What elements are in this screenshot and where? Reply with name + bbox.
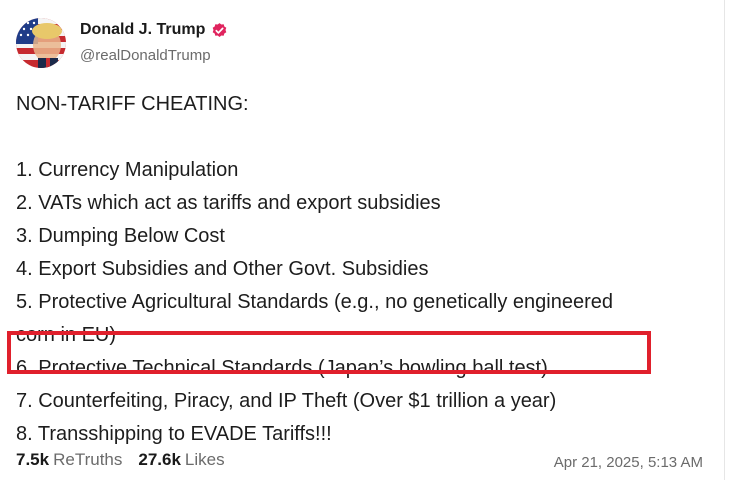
post-stats: 7.5k ReTruths 27.6k Likes [16, 450, 225, 470]
list-item: 3. Dumping Below Cost [16, 225, 225, 247]
likes-stat[interactable]: 27.6k Likes [138, 450, 224, 470]
post-timestamp[interactable]: Apr 21, 2025, 5:13 AM [554, 454, 703, 471]
list-item: 4. Export Subsidies and Other Govt. Subs… [16, 258, 429, 280]
post-heading: NON-TARIFF CHEATING: [16, 93, 249, 115]
author-handle[interactable]: @realDonaldTrump [80, 48, 228, 63]
list-item-highlighted: 6. Protective Technical Standards (Japan… [16, 357, 548, 379]
list-item: 2. VATs which act as tariffs and export … [16, 192, 441, 214]
post-border [724, 0, 725, 480]
verified-badge-icon [211, 22, 228, 39]
likes-label: Likes [184, 450, 225, 469]
list-item: 1. Currency Manipulation [16, 159, 239, 181]
truth-post: Donald J. Trump @realDonaldTrump NON-TAR… [0, 0, 750, 480]
retruths-stat[interactable]: 7.5k ReTruths [16, 450, 122, 470]
post-header: Donald J. Trump @realDonaldTrump [16, 18, 228, 68]
retruths-count: 7.5k [16, 450, 50, 469]
list-item: 7. Counterfeiting, Piracy, and IP Theft … [16, 390, 557, 412]
author-info: Donald J. Trump @realDonaldTrump [80, 22, 228, 63]
retruths-label: ReTruths [53, 450, 123, 469]
avatar[interactable] [16, 18, 66, 68]
display-name-row: Donald J. Trump [80, 22, 228, 39]
display-name[interactable]: Donald J. Trump [80, 22, 205, 38]
avatar-image [16, 18, 66, 68]
likes-count: 27.6k [138, 450, 181, 469]
list-item: 8. Transshipping to EVADE Tariffs!!! [16, 423, 332, 445]
list-item-continuation: corn in EU) [16, 324, 117, 346]
list-item: 5. Protective Agricultural Standards (e.… [16, 291, 614, 313]
post-body: NON-TARIFF CHEATING: 1. Currency Manipul… [16, 88, 716, 451]
